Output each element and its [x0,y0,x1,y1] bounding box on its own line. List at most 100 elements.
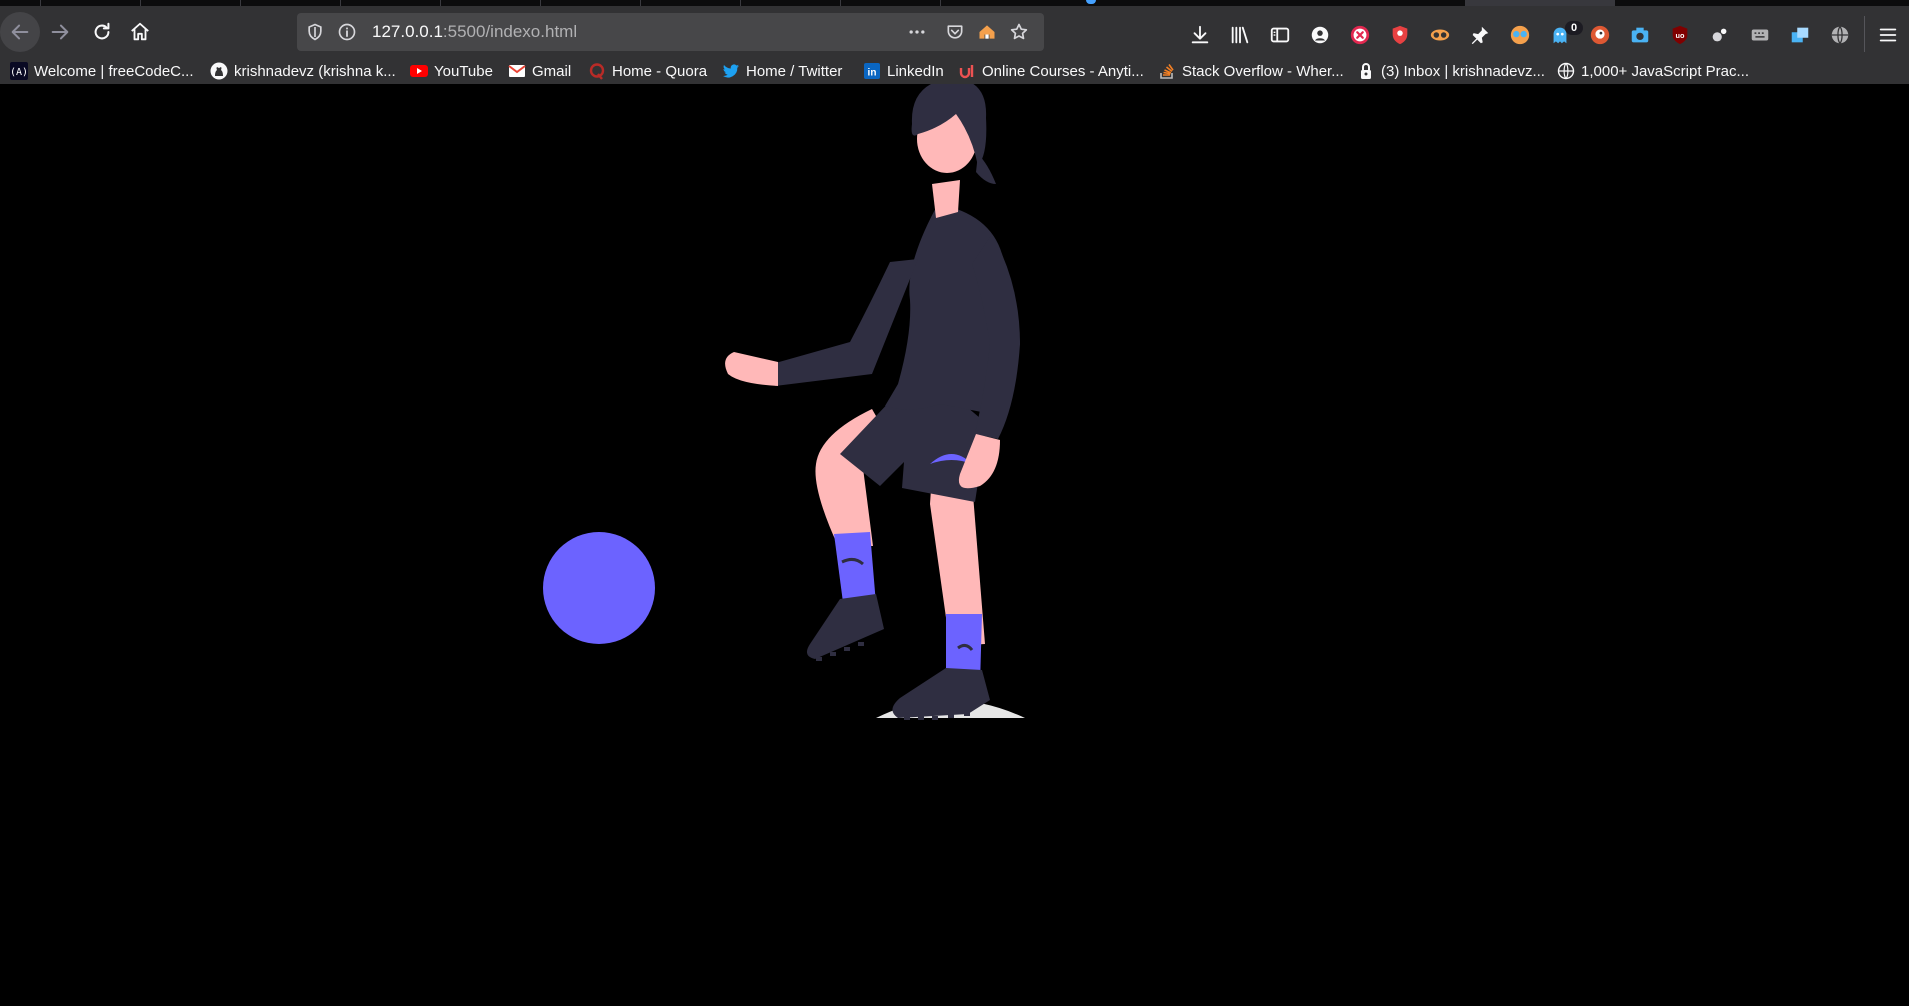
ublock-icon: uo [1672,25,1688,45]
extended-arm [772,259,918,386]
address-bar[interactable]: 127.0.0.1:5500/indexo.html [297,13,1044,51]
linkedin-icon: in [863,62,881,80]
extension-badge: 0 [1565,21,1583,35]
url-path: :5500/indexo.html [442,22,578,41]
puzzle-icon [1712,28,1727,42]
bookmark-javascript-practice[interactable]: 1,000+ JavaScript Prac... [1557,58,1749,84]
soccer-player-illustration [543,84,1025,720]
ext-translate[interactable] [1828,23,1852,47]
quora-icon [588,62,606,80]
navigation-toolbar: 127.0.0.1:5500/indexo.html 0 uo [0,6,1909,58]
library-icon [1231,26,1249,44]
app-menu-button[interactable] [1876,23,1900,47]
ext-windows[interactable] [1788,23,1812,47]
udemy-icon [958,62,976,80]
ext-dark-reader[interactable] [1428,23,1452,47]
bookmark-gmail[interactable]: Gmail [508,58,571,84]
youtube-icon [410,62,428,80]
menu-icon [1879,28,1897,42]
glasses-icon [1430,29,1450,41]
account-icon [1311,26,1329,44]
ext-container[interactable] [1708,23,1732,47]
info-icon[interactable] [337,22,357,42]
bookmark-inbox[interactable]: (3) Inbox | krishnadevz... [1357,58,1545,84]
toolbar-divider [1864,16,1865,52]
home-page-icon[interactable] [977,22,997,42]
bookmark-label: Stack Overflow - Wher... [1182,62,1344,80]
tab-loading-indicator [1086,0,1096,4]
globe-icon [1557,62,1575,80]
bookmark-label: Home / Twitter [746,62,843,80]
library-button[interactable] [1228,23,1252,47]
reload-icon [94,22,110,40]
back-button[interactable] [0,12,40,52]
soccer-ball [543,532,655,644]
download-icon [1191,25,1209,44]
star-icon[interactable] [1009,22,1029,42]
url-text[interactable]: 127.0.0.1:5500/indexo.html [372,22,577,42]
twitter-icon [722,62,740,80]
bookmark-label: LinkedIn [887,62,944,80]
duck-icon [1590,25,1610,45]
page-viewport [0,84,1909,1006]
red-shield-icon [1392,25,1408,45]
bookmark-quora[interactable]: Home - Quora [588,58,707,84]
ext-keyboard[interactable] [1748,23,1772,47]
ear [976,154,996,184]
neck [932,180,960,218]
goggles-icon [1510,25,1530,45]
bookmark-linkedin[interactable]: in LinkedIn [863,58,944,84]
home-icon [131,22,149,41]
back-arrow-icon [11,24,29,40]
pocket-icon[interactable] [945,22,965,42]
bookmark-label: (3) Inbox | krishnadevz... [1381,62,1545,80]
ext-pin[interactable] [1468,23,1492,47]
bookmarks-toolbar: (A) Welcome | freeCodeC... krishnadevz (… [0,58,1909,84]
url-host: 127.0.0.1 [372,22,443,41]
reload-button[interactable] [82,12,122,52]
forward-button[interactable] [40,12,80,52]
bookmark-label: YouTube [434,62,493,80]
bookmark-label: Welcome | freeCodeC... [34,62,194,80]
bookmark-label: Home - Quora [612,62,708,80]
bookmark-freecodecamp[interactable]: (A) Welcome | freeCodeC... [10,58,194,84]
more-dots-icon[interactable] [907,22,927,42]
left-hand [725,352,778,386]
ext-shield[interactable] [1388,23,1412,47]
ext-duckduckgo[interactable] [1588,23,1612,47]
bookmark-udemy[interactable]: Online Courses - Anyti... [958,58,1144,84]
svg-text:(A): (A) [10,67,28,78]
svg-text:in: in [868,68,877,79]
ext-screenshot[interactable] [1628,23,1652,47]
home-button[interactable] [120,12,160,52]
pin-icon [1471,26,1489,45]
bookmark-youtube[interactable]: YouTube [410,58,493,84]
bookmark-twitter[interactable]: Home / Twitter [722,58,842,84]
forward-arrow-icon [51,24,69,40]
bookmark-github[interactable]: krishnadevz (krishna k... [210,58,396,84]
github-icon [210,62,228,80]
ext-blocker[interactable] [1348,23,1372,47]
protonmail-icon [1357,62,1375,80]
standing-leg [892,474,990,720]
stackoverflow-icon [1158,62,1176,80]
shield-icon[interactable] [305,22,325,42]
freecodecamp-icon: (A) [10,62,28,80]
bookmark-label: 1,000+ JavaScript Prac... [1581,62,1750,80]
sidebar-button[interactable] [1268,23,1292,47]
bookmark-label: Gmail [532,62,572,80]
camera-icon [1631,27,1649,43]
close-circle-icon [1350,25,1370,45]
ext-tab-manager[interactable] [1508,23,1532,47]
sidebar-icon [1270,27,1290,43]
download-button[interactable] [1188,23,1212,47]
svg-text:uo: uo [1676,31,1685,40]
windows-icon [1791,27,1809,43]
bookmark-label: krishnadevz (krishna k... [234,62,396,80]
bookmark-label: Online Courses - Anyti... [982,62,1144,80]
keyboard-icon [1751,29,1769,41]
ext-ublock[interactable]: uo [1668,23,1692,47]
bookmark-stackoverflow[interactable]: Stack Overflow - Wher... [1158,58,1344,84]
account-button[interactable] [1308,23,1332,47]
gmail-icon [508,62,526,80]
